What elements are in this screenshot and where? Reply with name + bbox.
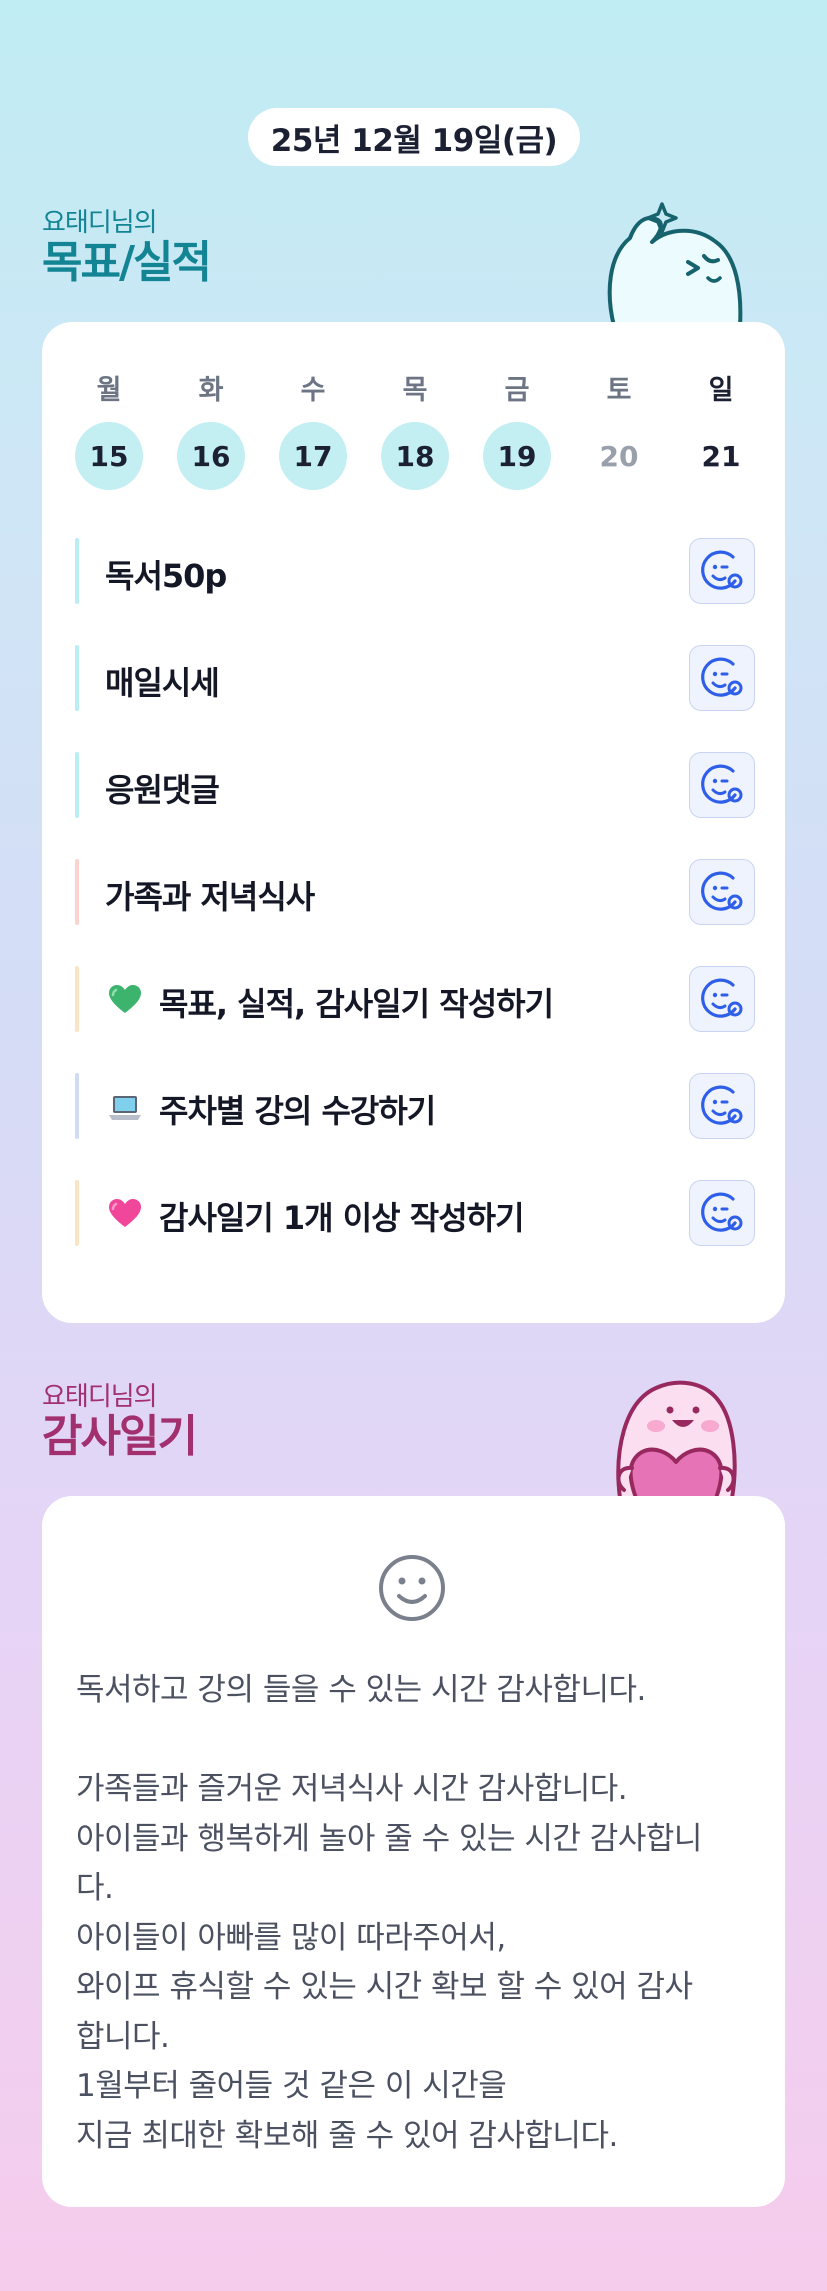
feedback-button[interactable] xyxy=(689,1073,755,1139)
gratitude-line xyxy=(76,1716,766,1766)
day-sat[interactable]: 토 20 xyxy=(585,374,653,490)
task-color-bar xyxy=(75,538,79,604)
gratitude-line: 와이프 휴식할 수 있는 시간 확보 할 수 있어 감사 xyxy=(76,1969,693,2005)
gratitude-line: 독서하고 강의 들을 수 있는 시간 감사합니다. xyxy=(76,1672,646,1708)
smile-plus-icon xyxy=(701,1085,743,1125)
smile-face-icon[interactable] xyxy=(377,1553,447,1623)
feedback-button[interactable] xyxy=(689,859,755,925)
gratitude-line: 다. xyxy=(76,1870,114,1906)
task-item: 목표, 실적, 감사일기 작성하기 xyxy=(75,966,755,1032)
heart-mascot-illustration xyxy=(616,1380,737,1498)
date-pill: 25년 12월 19일(금) xyxy=(248,108,580,166)
goals-title-main: 목표/실적 xyxy=(42,237,212,288)
green-heart-icon xyxy=(109,985,141,1013)
smile-plus-icon xyxy=(701,657,743,697)
task-label: 독서50p xyxy=(105,557,227,595)
task-color-bar xyxy=(75,966,79,1032)
task-label: 가족과 저녁식사 xyxy=(105,878,315,916)
task-item: 감사일기 1개 이상 작성하기 xyxy=(75,1180,755,1246)
task-item: 응원댓글 xyxy=(75,752,755,818)
laptop-icon xyxy=(109,1096,141,1120)
smile-plus-icon xyxy=(701,550,743,590)
day-name: 수 xyxy=(300,375,326,406)
task-color-bar xyxy=(75,1180,79,1246)
gratitude-line: 지금 최대한 확보해 줄 수 있어 감사합니다. xyxy=(76,2117,618,2154)
goals-card: 월 15 화 16 수 17 목 18 금 19 토 20 일 21 독서50p… xyxy=(42,322,785,1323)
task-label: 감사일기 1개 이상 작성하기 xyxy=(159,1199,525,1237)
day-tue[interactable]: 화 16 xyxy=(177,374,245,490)
smile-plus-icon xyxy=(701,978,743,1018)
pink-heart-icon xyxy=(109,1199,141,1227)
day-name: 화 xyxy=(198,375,224,406)
gratitude-line: 1월부터 줄어들 것 같은 이 시간을 xyxy=(76,2068,507,2104)
task-color-bar xyxy=(75,645,79,711)
task-item: 가족과 저녁식사 xyxy=(75,859,755,925)
day-name: 금 xyxy=(504,375,530,406)
gratitude-title-sub: 요태디님의 xyxy=(42,1382,158,1412)
task-item: 매일시세 xyxy=(75,645,755,711)
feedback-button[interactable] xyxy=(689,645,755,711)
day-name: 목 xyxy=(402,375,428,406)
feedback-button[interactable] xyxy=(689,752,755,818)
task-label: 응원댓글 xyxy=(105,771,220,809)
ghost-mascot-illustration xyxy=(607,202,743,326)
gratitude-text: 독서하고 강의 들을 수 있는 시간 감사합니다. 가족들과 즐거운 저녁식사 … xyxy=(76,1666,766,2161)
day-name: 월 xyxy=(96,375,122,406)
task-color-bar xyxy=(75,752,79,818)
day-number: 16 xyxy=(177,422,245,490)
gratitude-line: 가족들과 즐거운 저녁식사 시간 감사합니다. xyxy=(76,1771,628,1807)
task-color-bar xyxy=(75,859,79,925)
task-color-bar xyxy=(75,1073,79,1139)
task-label: 매일시세 xyxy=(105,664,220,702)
task-item: 독서50p xyxy=(75,538,755,604)
day-thu[interactable]: 목 18 xyxy=(381,374,449,490)
day-number: 19 xyxy=(483,422,551,490)
gratitude-line: 합니다. xyxy=(76,2018,170,2055)
day-fri[interactable]: 금 19 xyxy=(483,374,551,490)
day-number: 17 xyxy=(279,422,347,490)
day-number: 15 xyxy=(75,422,143,490)
task-label: 주차별 강의 수강하기 xyxy=(159,1092,436,1130)
task-item: 주차별 강의 수강하기 xyxy=(75,1073,755,1139)
gratitude-title-main: 감사일기 xyxy=(42,1411,198,1462)
day-number: 21 xyxy=(701,439,741,473)
gratitude-line: 아이들과 행복하게 놀아 줄 수 있는 시간 감사합니 xyxy=(76,1820,702,1857)
smile-plus-icon xyxy=(701,871,743,911)
day-name: 토 xyxy=(606,375,632,406)
feedback-button[interactable] xyxy=(689,538,755,604)
gratitude-card: 독서하고 강의 들을 수 있는 시간 감사합니다. 가족들과 즐거운 저녁식사 … xyxy=(42,1496,785,2207)
goals-section-title: 요태디님의 목표/실적 xyxy=(42,208,212,288)
task-label: 목표, 실적, 감사일기 작성하기 xyxy=(159,985,554,1023)
day-number: 18 xyxy=(381,422,449,490)
gratitude-line: 아이들이 아빠를 많이 따라주어서, xyxy=(76,1919,506,1956)
day-number: 20 xyxy=(599,439,639,473)
day-sun[interactable]: 일 21 xyxy=(687,374,755,490)
feedback-button[interactable] xyxy=(689,1180,755,1246)
smile-plus-icon xyxy=(701,1192,743,1232)
day-name: 일 xyxy=(708,375,734,406)
gratitude-section-title: 요태디님의 감사일기 xyxy=(42,1382,198,1462)
feedback-button[interactable] xyxy=(689,966,755,1032)
week-calendar: 월 15 화 16 수 17 목 18 금 19 토 20 일 21 xyxy=(75,374,751,490)
goals-title-sub: 요태디님의 xyxy=(42,208,158,238)
day-mon[interactable]: 월 15 xyxy=(75,374,143,490)
day-wed[interactable]: 수 17 xyxy=(279,374,347,490)
smile-plus-icon xyxy=(701,764,743,804)
